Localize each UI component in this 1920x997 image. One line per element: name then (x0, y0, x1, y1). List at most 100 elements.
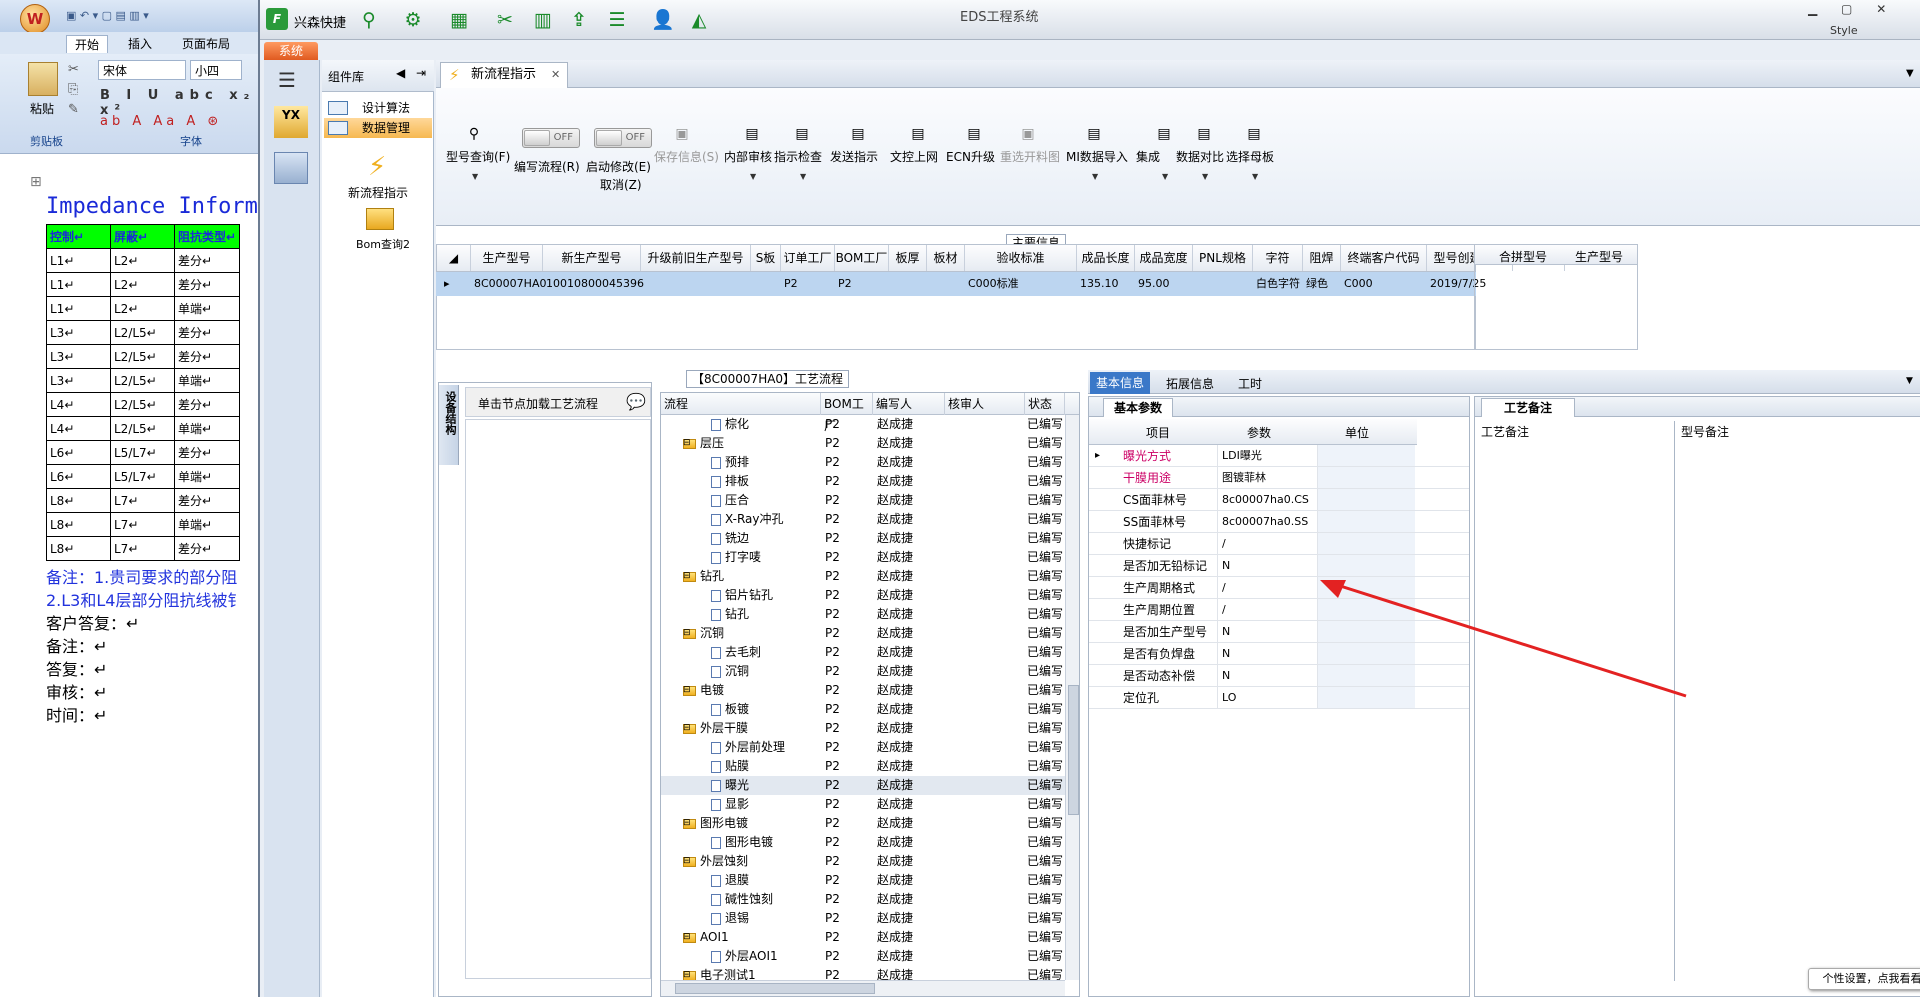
table-cell[interactable]: 单端↵ (173, 368, 241, 393)
folder-icon[interactable] (366, 208, 394, 230)
tree-node[interactable]: 铣边 (711, 529, 749, 548)
ribbon-icon[interactable]: ▤ (906, 126, 930, 146)
tree-node[interactable]: 去毛刺 (711, 643, 761, 662)
tree-row[interactable]: 退膜 P2 赵成捷 已编写 (661, 871, 1079, 890)
main-info-cell[interactable]: C000标准 (968, 272, 1076, 296)
main-info-cell[interactable]: 135.10 (1080, 272, 1134, 296)
ribbon-button[interactable]: MI数据导入 (1066, 148, 1128, 165)
param-value[interactable]: / (1217, 533, 1315, 555)
process-notes-title[interactable]: 工艺备注 (1481, 398, 1576, 417)
table-cell[interactable]: L7↵ (110, 536, 175, 561)
tree-node[interactable]: 压合 (711, 491, 749, 510)
tree-row[interactable]: 铣边 P2 赵成捷 已编写 (661, 529, 1079, 548)
main-info-col[interactable]: 成品长度 (1077, 245, 1135, 271)
table-cell[interactable]: L2/L5↵ (110, 344, 175, 369)
param-row[interactable]: SS面菲林号 8c00007ha0.SS (1089, 511, 1469, 533)
main-info-cell[interactable] (754, 272, 780, 296)
font-size-select[interactable]: 小四 (190, 60, 242, 80)
param-unit[interactable] (1317, 533, 1415, 554)
tree-row[interactable]: 贴膜 P2 赵成捷 已编写 (661, 757, 1079, 776)
expand-toggle-icon[interactable]: ⊟ (683, 567, 691, 586)
tool-new-process[interactable]: 新流程指示 (348, 184, 408, 201)
tree-node[interactable]: 外层AOI1 (711, 947, 778, 966)
ribbon-icon[interactable]: ▤ (740, 126, 764, 146)
expand-toggle-icon[interactable]: ⊟ (683, 434, 691, 453)
main-info-col[interactable]: 字符 (1253, 245, 1303, 271)
side-tab-equipment[interactable]: 设备结构 (439, 385, 459, 465)
toggle-knob[interactable] (524, 130, 550, 146)
tree-node[interactable]: 退锡 (711, 909, 749, 928)
table-icon[interactable]: ▦ (446, 8, 472, 32)
ribbon-button[interactable]: 启动修改(E) (586, 158, 651, 175)
param-row[interactable]: CS面菲林号 8c00007ha0.CS (1089, 489, 1469, 511)
tree-scroll-thumb[interactable] (1068, 685, 1079, 815)
main-info-col[interactable]: 阻焊 (1303, 245, 1341, 271)
tree-node[interactable]: 棕化 (711, 415, 749, 434)
expand-toggle-icon[interactable]: ⊟ (683, 719, 691, 738)
tree-hscroll-thumb[interactable] (675, 983, 875, 994)
param-row[interactable]: ▸ 曝光方式 LDI曝光 (1089, 445, 1469, 467)
tree-node[interactable]: 外层前处理 (711, 738, 785, 757)
tree-node[interactable]: ⊟ 层压 (683, 434, 724, 453)
tree-row[interactable]: 碱性蚀刻 P2 赵成捷 已编写 (661, 890, 1079, 909)
param-row[interactable]: 干膜用途 图镀菲林 (1089, 467, 1469, 489)
tree-horizontal-scrollbar[interactable] (661, 980, 1065, 996)
tree-row[interactable]: 显影 P2 赵成捷 已编写 (661, 795, 1079, 814)
main-info-cell[interactable] (644, 272, 750, 296)
search-icon[interactable]: ⚲ (356, 8, 382, 32)
tree-node[interactable]: ⊟ 钻孔 (683, 567, 724, 586)
param-unit[interactable] (1317, 489, 1415, 510)
tree-col-header[interactable]: BOM工厂 (821, 393, 873, 433)
tree-node[interactable]: 图形电镀 (711, 833, 773, 852)
table-cell[interactable]: L6↵ (46, 464, 111, 489)
tree-row[interactable]: ⊟ 外层干膜 P2 赵成捷 已编写 (661, 719, 1079, 738)
tree-node[interactable]: 显影 (711, 795, 749, 814)
expand-toggle-icon[interactable]: ⊟ (683, 928, 691, 947)
tree-node[interactable]: 钻孔 (711, 605, 749, 624)
tree-row[interactable]: ⊟ 图形电镀 P2 赵成捷 已编写 (661, 814, 1079, 833)
tree-node[interactable]: ⊟ 外层干膜 (683, 719, 748, 738)
ribbon-button[interactable]: ECN升级 (946, 148, 995, 165)
tab-page-layout[interactable]: 页面布局 (182, 35, 230, 52)
tree-row[interactable]: ⊟ 沉铜 P2 赵成捷 已编写 (661, 624, 1079, 643)
ribbon-button[interactable]: 指示检查 (774, 148, 822, 165)
tree-col-header[interactable]: 核审人 (945, 393, 1025, 415)
table-cell[interactable]: L2/L5↵ (110, 416, 175, 441)
expand-toggle-icon[interactable]: ⊟ (683, 814, 691, 833)
ribbon-button[interactable]: 保存信息(S) (654, 148, 719, 165)
param-value[interactable]: 8c00007ha0.SS (1217, 511, 1315, 533)
ribbon-icon[interactable]: ▣ (1016, 126, 1040, 146)
table-cell[interactable]: L5/L7↵ (110, 464, 175, 489)
table-cell[interactable]: L5/L7↵ (110, 440, 175, 465)
tree-row[interactable]: ⊟ 层压 P2 赵成捷 已编写 (661, 434, 1079, 453)
main-info-cell[interactable]: 绿色 (1306, 272, 1340, 296)
tree-row[interactable]: 压合 P2 赵成捷 已编写 (661, 491, 1079, 510)
tree-row[interactable]: ⊟ 外层蚀刻 P2 赵成捷 已编写 (661, 852, 1079, 871)
ribbon-icon[interactable]: ▤ (1242, 126, 1266, 146)
quick-access-toolbar[interactable]: ▣ ↶ ▾ ▢ ▤ ▥ ▾ (66, 9, 176, 25)
ribbon-button[interactable]: 重选开料图 (1000, 148, 1060, 165)
ribbon-icon[interactable]: ▤ (1152, 126, 1176, 146)
param-value[interactable]: / (1217, 577, 1315, 599)
tree-node[interactable]: 贴膜 (711, 757, 749, 776)
ribbon-button[interactable]: 集成 (1136, 148, 1160, 165)
tab-dropdown-icon[interactable]: ▼ (1906, 68, 1914, 79)
table-cell[interactable]: 单端↵ (173, 464, 241, 489)
ribbon-subbutton[interactable]: 取消(Z) (600, 176, 642, 193)
ribbon-button[interactable]: 型号查询(F) (446, 148, 510, 165)
table-cell[interactable]: L3↵ (46, 344, 111, 369)
tree-node[interactable]: 铝片钻孔 (711, 586, 773, 605)
expand-toggle-icon[interactable]: ⊟ (683, 681, 691, 700)
tab-extended-info[interactable]: 拓展信息 (1166, 375, 1214, 392)
main-info-cell[interactable]: 10010800045396 (546, 272, 644, 296)
table-cell[interactable]: L2/L5↵ (110, 320, 175, 345)
table-cell[interactable]: L6↵ (46, 440, 111, 465)
tree-row[interactable]: X-Ray冲孔 P2 赵成捷 已编写 (661, 510, 1079, 529)
param-value[interactable]: LDI曝光 (1217, 445, 1315, 467)
main-info-col[interactable]: 板厚 (889, 245, 927, 271)
tree-col-header[interactable]: 状态 (1025, 393, 1065, 415)
param-value[interactable]: LO (1217, 687, 1315, 709)
tree-col-header[interactable]: 编写人 (873, 393, 945, 415)
table-cell[interactable]: 单端↵ (173, 296, 241, 321)
dropdown-arrow-icon[interactable]: ▼ (1252, 172, 1258, 181)
